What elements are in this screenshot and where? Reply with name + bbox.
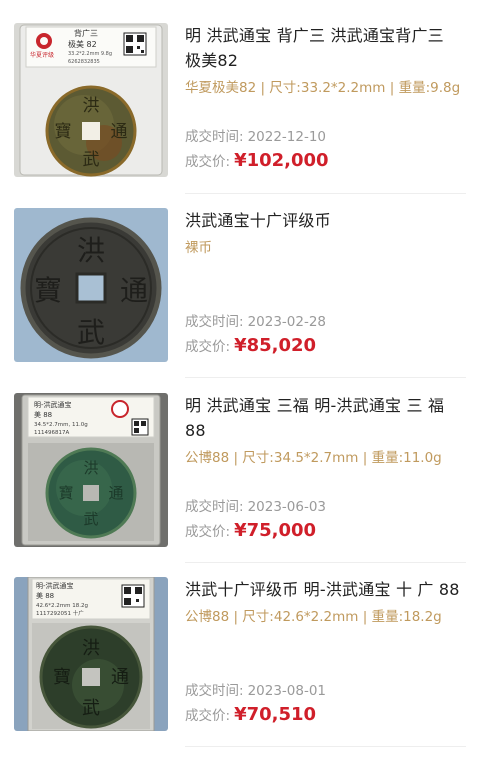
coin-slab-image: 明-洪武通宝 美 88 34.5*2.7mm, 11.0g 111496817A — [14, 393, 168, 547]
coin-char-top: 洪 — [82, 638, 100, 659]
coin-slab-image: 背广三 极美 82 华夏评级 33.2*2.2mm 9.8g 626283283… — [14, 23, 168, 177]
deal-time-row: 成交时间: 2023-08-01 — [185, 680, 326, 702]
coin-char-bottom: 武 — [82, 698, 100, 719]
coin-char-top: 洪 — [77, 234, 105, 267]
deal-price-value: ¥102,000 — [234, 150, 329, 171]
deal-price-label: 成交价: — [185, 708, 231, 724]
deal-time-value: 2023-06-03 — [247, 499, 327, 515]
divider — [185, 193, 466, 194]
deal-price-row: 成交价: ¥70,510 — [185, 702, 326, 729]
list-item[interactable]: 背广三 极美 82 华夏评级 33.2*2.2mm 9.8g 626283283… — [0, 23, 480, 208]
item-meta: 成交时间: 2023-08-01 成交价: ¥70,510 — [185, 680, 326, 729]
coin-image: 洪 通 武 寶 — [14, 208, 168, 362]
deal-price-row: 成交价: ¥85,020 — [185, 333, 326, 360]
item-title[interactable]: 洪武通宝十广评级币 — [185, 208, 465, 233]
coin-char-right: 通 — [120, 274, 148, 307]
list-item[interactable]: 洪 通 武 寶 洪武通宝十广评级币 裸币 成交时间: 2023-02-28 成交价… — [0, 208, 480, 393]
coin: 洪 通 武 寶 — [45, 85, 137, 177]
slab-brand: 华夏评级 — [30, 51, 54, 59]
divider — [185, 562, 466, 563]
coin-char-bottom: 武 — [77, 316, 105, 349]
item-info: 明 洪武通宝 背广三 洪武通宝背广三 极美82 华夏极美82 | 尺寸:33.2… — [185, 23, 465, 177]
coin-slab-image: 明-洪武通宝 美 88 42.6*2.2mm 18.2g 1117292051 … — [14, 577, 168, 731]
coin-char-right: 通 — [111, 667, 129, 688]
slab-grade: 美 88 — [36, 591, 54, 600]
item-meta: 成交时间: 2023-06-03 成交价: ¥75,000 — [185, 496, 326, 545]
slab-grade: 美 88 — [34, 410, 52, 419]
coin-char-left: 寶 — [34, 274, 62, 307]
slab-spec-line: 34.5*2.7mm, 11.0g — [34, 422, 88, 428]
slab-spec-line: 33.2*2.2mm 9.8g — [68, 51, 112, 57]
deal-price-row: 成交价: ¥102,000 — [185, 148, 329, 175]
deal-time-value: 2023-08-01 — [247, 683, 327, 699]
slab-cert: 6262832835 — [68, 59, 100, 65]
coin-slab-photo[interactable]: 背广三 极美 82 华夏评级 33.2*2.2mm 9.8g 626283283… — [14, 23, 168, 177]
item-spec: 公博88 | 尺寸:34.5*2.7mm | 重量:11.0g — [185, 450, 442, 466]
slab-cert: 1117292051 十广 — [36, 609, 84, 617]
deal-time-label: 成交时间: — [185, 683, 244, 699]
coin-photo[interactable]: 洪 通 武 寶 — [14, 208, 168, 362]
deal-price-value: ¥70,510 — [234, 704, 317, 725]
deal-price-value: ¥85,020 — [234, 335, 317, 356]
coin-char-bottom: 武 — [83, 150, 100, 170]
deal-price-row: 成交价: ¥75,000 — [185, 518, 326, 545]
qr-code-icon — [131, 418, 149, 436]
coin-char-right: 通 — [108, 484, 123, 502]
deal-time-value: 2023-02-28 — [247, 314, 327, 330]
slab-grade: 极美 82 — [68, 39, 97, 49]
item-info: 洪武通宝十广评级币 裸币 成交时间: 2023-02-28 成交价: ¥85,020 — [185, 208, 465, 362]
slab-label: 明-洪武通宝 — [34, 400, 72, 409]
item-meta: 成交时间: 2023-02-28 成交价: ¥85,020 — [185, 311, 326, 360]
coin-char-left: 寶 — [58, 484, 73, 502]
deal-price-label: 成交价: — [185, 524, 231, 540]
slab-label: 背广三 — [74, 28, 98, 38]
deal-time-label: 成交时间: — [185, 314, 244, 330]
slab-cert: 111496817A — [34, 430, 69, 436]
slab-spec-line: 42.6*2.2mm 18.2g — [36, 603, 88, 609]
deal-time-label: 成交时间: — [185, 499, 244, 515]
divider — [185, 377, 466, 378]
coin: 洪 通 武 寶 — [39, 625, 143, 729]
coin-char-bottom: 武 — [83, 510, 98, 528]
deal-time-row: 成交时间: 2023-02-28 — [185, 311, 326, 333]
coin-char-top: 洪 — [83, 96, 100, 116]
deal-price-label: 成交价: — [185, 154, 231, 170]
list-item[interactable]: 明-洪武通宝 美 88 42.6*2.2mm 18.2g 1117292051 … — [0, 577, 480, 762]
deal-time-label: 成交时间: — [185, 129, 244, 145]
grading-logo-icon — [36, 33, 52, 49]
coin-char-right: 通 — [111, 122, 128, 142]
item-title[interactable]: 明 洪武通宝 三福 明-洪武通宝 三 福 88 — [185, 393, 465, 443]
item-meta: 成交时间: 2022-12-10 成交价: ¥102,000 — [185, 126, 329, 175]
item-spec: 裸币 — [185, 240, 212, 256]
coin: 洪 通 武 寶 — [45, 447, 137, 539]
deal-price-label: 成交价: — [185, 339, 231, 355]
item-spec: 华夏极美82 | 尺寸:33.2*2.2mm | 重量:9.8g — [185, 80, 461, 96]
item-info: 明 洪武通宝 三福 明-洪武通宝 三 福 88 公博88 | 尺寸:34.5*2… — [185, 393, 465, 547]
divider — [185, 746, 466, 747]
deal-time-value: 2022-12-10 — [247, 129, 327, 145]
item-spec: 公博88 | 尺寸:42.6*2.2mm | 重量:18.2g — [185, 609, 442, 625]
coin-char-top: 洪 — [83, 459, 98, 477]
coin-char-left: 寶 — [53, 667, 71, 688]
deal-time-row: 成交时间: 2022-12-10 — [185, 126, 329, 148]
slab-label: 明-洪武通宝 — [36, 581, 74, 590]
deal-price-value: ¥75,000 — [234, 520, 317, 541]
coin-slab-photo[interactable]: 明-洪武通宝 美 88 42.6*2.2mm 18.2g 1117292051 … — [14, 577, 168, 731]
qr-code-icon — [123, 32, 147, 56]
item-title[interactable]: 明 洪武通宝 背广三 洪武通宝背广三 极美82 — [185, 23, 465, 73]
list-item[interactable]: 明-洪武通宝 美 88 34.5*2.7mm, 11.0g 111496817A — [0, 393, 480, 578]
grading-logo-icon — [111, 400, 129, 418]
deal-time-row: 成交时间: 2023-06-03 — [185, 496, 326, 518]
item-title[interactable]: 洪武十广评级币 明-洪武通宝 十 广 88 — [185, 577, 465, 602]
coin-char-left: 寶 — [55, 121, 72, 142]
qr-code-icon — [121, 584, 145, 608]
coin-slab-photo[interactable]: 明-洪武通宝 美 88 34.5*2.7mm, 11.0g 111496817A — [14, 393, 168, 547]
item-info: 洪武十广评级币 明-洪武通宝 十 广 88 公博88 | 尺寸:42.6*2.2… — [185, 577, 465, 731]
